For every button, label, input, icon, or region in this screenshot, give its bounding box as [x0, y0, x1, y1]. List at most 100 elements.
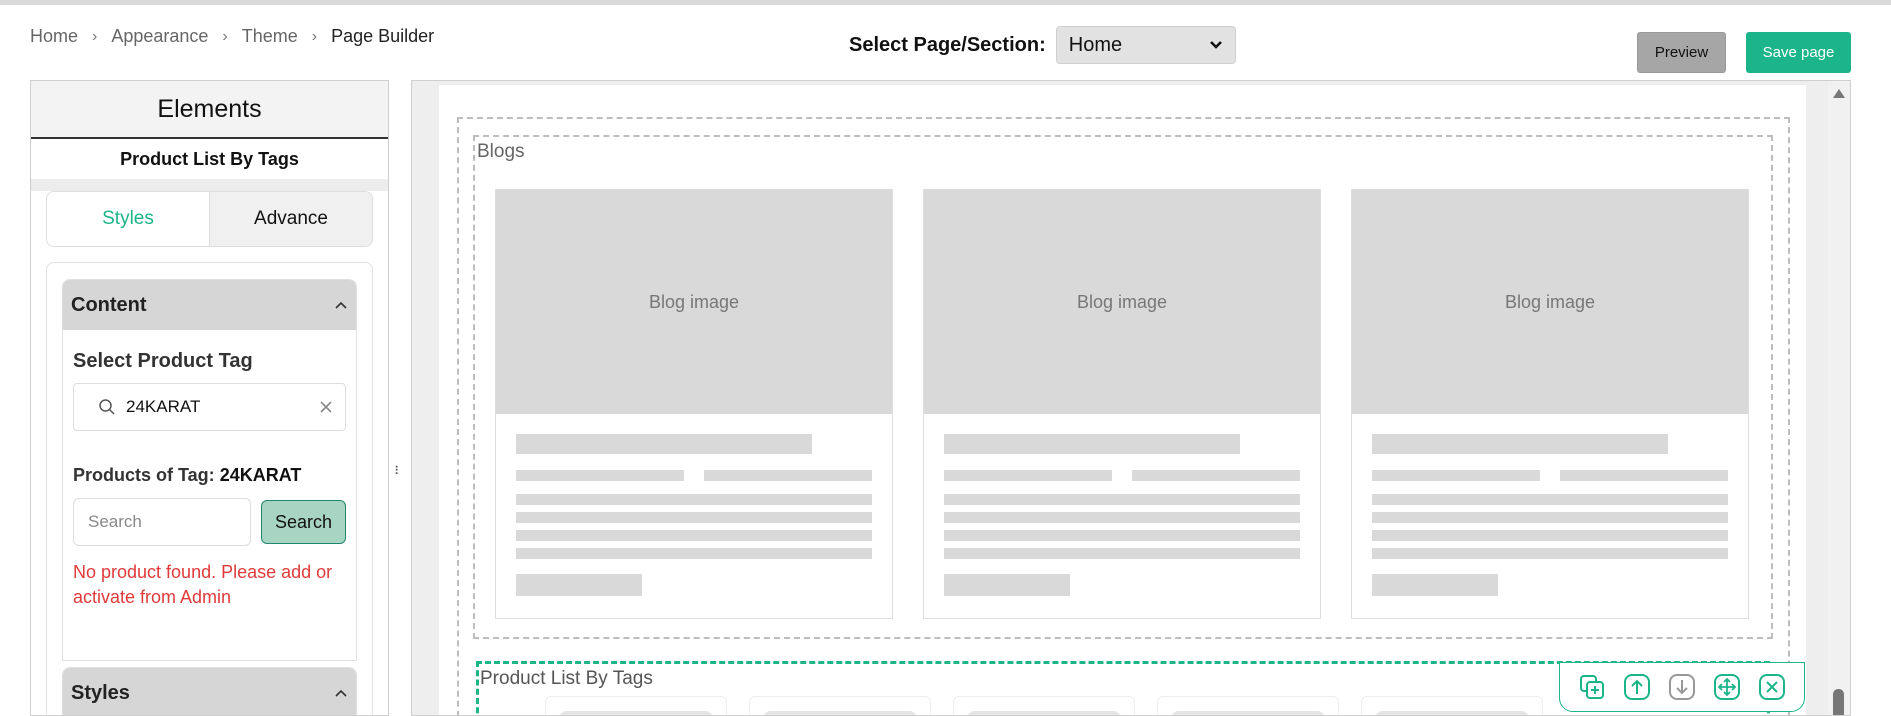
scrollbar-thumb[interactable] — [1833, 689, 1844, 715]
drag-move-icon[interactable] — [1712, 672, 1742, 702]
blog-image-placeholder: Blog image — [496, 190, 892, 414]
product-image-placeholder — [1172, 711, 1324, 715]
selected-element-name: Product List By Tags — [31, 139, 388, 179]
product-search-button[interactable]: Search — [261, 500, 346, 544]
skeleton-button — [944, 574, 1070, 596]
search-icon — [99, 399, 115, 415]
sidebar-title: Elements — [31, 81, 388, 139]
select-tag-label: Select Product Tag — [73, 350, 253, 372]
section-toolbar — [1559, 662, 1805, 712]
blogs-section-title: Blogs — [477, 141, 525, 162]
skeleton-title — [944, 434, 1240, 454]
skeleton-line — [516, 530, 872, 541]
skeleton-line — [944, 530, 1300, 541]
skeleton-line — [1372, 494, 1728, 505]
delete-section-icon[interactable] — [1757, 672, 1787, 702]
skeleton-meta — [516, 470, 684, 481]
chevron-right-icon: › — [222, 27, 228, 45]
products-of-tag-label: Products of Tag: 24KARAT — [73, 465, 346, 486]
tab-advance[interactable]: Advance — [209, 192, 372, 246]
product-search-row: Search Search — [73, 498, 346, 546]
content-accordion: Content Select Product Tag 24KARAT Produ… — [62, 279, 357, 661]
duplicate-icon[interactable] — [1577, 672, 1607, 702]
tab-styles[interactable]: Styles — [47, 192, 209, 246]
save-page-button[interactable]: Save page — [1746, 32, 1851, 73]
content-accordion-title: Content — [71, 293, 147, 316]
blogs-section[interactable]: Blogs Blog image Blog image Blog image — [473, 135, 1773, 639]
scroll-up-icon[interactable] — [1833, 89, 1845, 98]
skeleton-line — [1372, 512, 1728, 523]
styles-accordion: Styles — [62, 667, 357, 715]
skeleton-button — [516, 574, 642, 596]
skeleton-title — [516, 434, 812, 454]
breadcrumb: Home › Appearance › Theme › Page Builder — [30, 26, 434, 47]
skeleton-meta — [704, 470, 872, 481]
skeleton-line — [1372, 548, 1728, 559]
chevron-up-icon — [335, 301, 347, 309]
content-accordion-header[interactable]: Content — [63, 280, 356, 330]
page-select-group: Select Page/Section: Home — [849, 26, 1236, 64]
elements-sidebar: Elements Product List By Tags Styles Adv… — [30, 80, 389, 716]
skeleton-line — [944, 512, 1300, 523]
preview-button[interactable]: Preview — [1637, 32, 1726, 73]
product-card-placeholder — [545, 696, 727, 715]
content-accordion-body: Select Product Tag 24KARAT Products of T… — [63, 330, 356, 660]
sidebar-tabs: Styles Advance — [46, 191, 373, 247]
product-tag-select[interactable]: 24KARAT — [73, 383, 346, 431]
product-image-placeholder — [968, 711, 1120, 715]
product-card-placeholder — [1157, 696, 1339, 715]
skeleton-button — [1372, 574, 1498, 596]
product-image-placeholder — [1376, 711, 1528, 715]
chevron-up-icon — [335, 689, 347, 697]
blog-image-placeholder: Blog image — [1352, 190, 1748, 414]
skeleton-line — [516, 494, 872, 505]
chevron-down-icon — [1209, 41, 1222, 49]
page-select-value: Home — [1068, 33, 1123, 56]
breadcrumb-home[interactable]: Home — [30, 26, 78, 47]
blog-image-placeholder: Blog image — [924, 190, 1320, 414]
clear-icon[interactable] — [319, 400, 333, 414]
page-select-dropdown[interactable]: Home — [1055, 26, 1236, 64]
chevron-right-icon: › — [92, 27, 98, 45]
styles-accordion-title: Styles — [71, 681, 130, 704]
product-image-placeholder — [560, 711, 712, 715]
skeleton-meta — [1132, 470, 1300, 481]
skeleton-title — [1372, 434, 1668, 454]
blog-card: Blog image — [1351, 189, 1749, 619]
no-product-error: No product found. Please add or activate… — [73, 562, 333, 607]
page-preview: Blogs Blog image Blog image Blog image P… — [439, 85, 1806, 715]
product-card-placeholder — [1361, 696, 1543, 715]
chevron-right-icon: › — [311, 27, 318, 45]
move-up-icon[interactable] — [1622, 672, 1652, 702]
breadcrumb-page-builder: Page Builder — [331, 26, 435, 46]
blog-card: Blog image — [923, 189, 1321, 619]
product-card-placeholder — [749, 696, 931, 715]
move-down-icon[interactable] — [1667, 672, 1697, 702]
product-card-placeholder — [953, 696, 1135, 715]
skeleton-meta — [944, 470, 1112, 481]
skeleton-line — [944, 548, 1300, 559]
page-builder-canvas: Blogs Blog image Blog image Blog image P… — [411, 80, 1851, 716]
skeleton-meta — [1372, 470, 1540, 481]
styles-panel: Content Select Product Tag 24KARAT Produ… — [46, 262, 373, 715]
breadcrumb-theme[interactable]: Theme — [242, 26, 298, 47]
blog-card: Blog image — [495, 189, 893, 619]
product-section-title: Product List By Tags — [480, 668, 653, 689]
skeleton-meta — [1560, 470, 1728, 481]
skeleton-line — [516, 548, 872, 559]
skeleton-line — [1372, 530, 1728, 541]
breadcrumb-appearance[interactable]: Appearance — [111, 26, 208, 47]
product-tag-value: 24KARAT — [126, 397, 201, 416]
top-progress-line — [0, 0, 1891, 5]
styles-accordion-header[interactable]: Styles — [63, 668, 356, 715]
resize-handle-icon[interactable]: ⠇ — [394, 464, 404, 484]
canvas-scrollbar[interactable] — [1828, 81, 1850, 715]
product-search-input[interactable]: Search — [73, 498, 251, 546]
skeleton-line — [944, 494, 1300, 505]
products-of-tag-value: 24KARAT — [219, 465, 302, 485]
page-select-label: Select Page/Section: — [849, 33, 1046, 56]
product-image-placeholder — [764, 711, 916, 715]
products-of-tag-text: Products of Tag: — [73, 465, 215, 485]
product-list-by-tags-section[interactable]: Product List By Tags — [476, 661, 1805, 715]
skeleton-line — [516, 512, 872, 523]
